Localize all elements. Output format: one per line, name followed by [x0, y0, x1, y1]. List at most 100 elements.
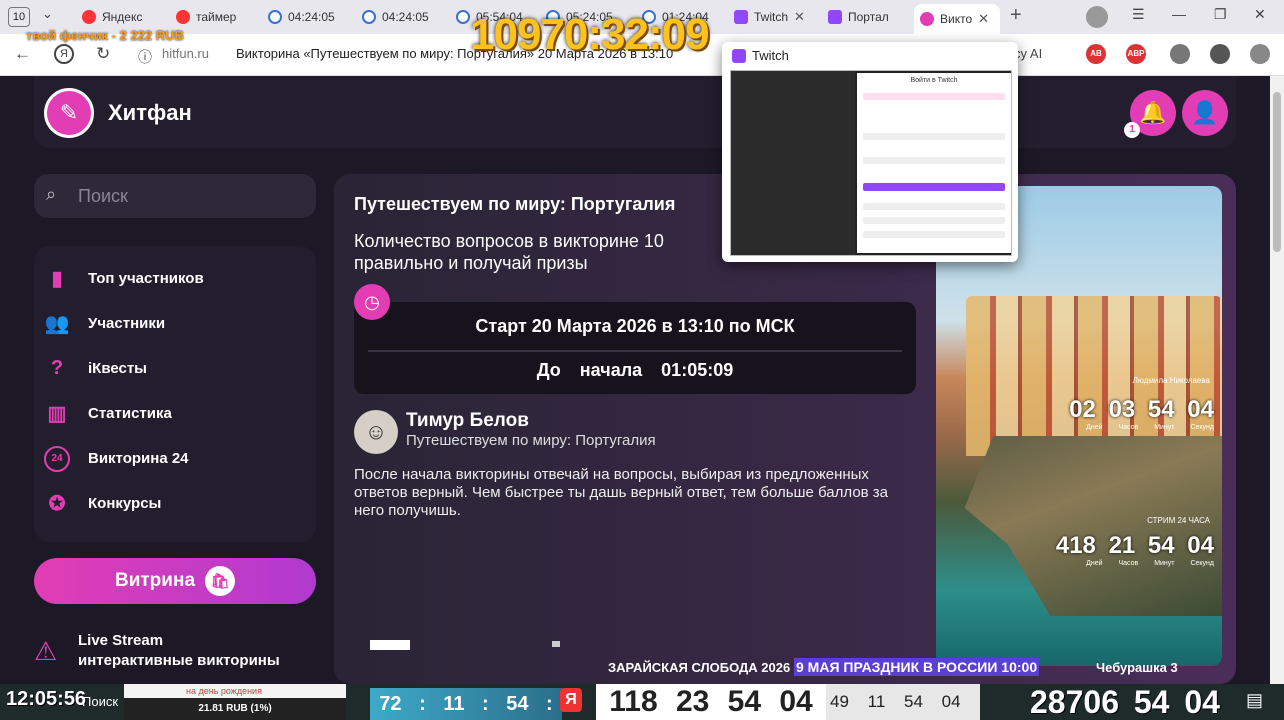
new-tab-plus-icon[interactable]: +: [1010, 4, 1022, 27]
extension-ab-icon[interactable]: AB: [1086, 44, 1106, 64]
minimize-icon[interactable]: —: [1172, 6, 1186, 22]
tab-list-chevron-icon[interactable]: ⌄: [42, 6, 53, 22]
avatar[interactable]: ☺: [354, 410, 398, 454]
downloads-icon[interactable]: [1250, 44, 1270, 64]
thumb-line: [863, 133, 1005, 140]
extension-icon[interactable]: [1170, 44, 1190, 64]
overlay-counter: 02 03 54 04: [1069, 396, 1214, 423]
yandex-taskbar-icon[interactable]: Я: [560, 688, 582, 712]
menu-icon[interactable]: ☰: [1132, 6, 1145, 23]
extension-abp-icon[interactable]: ABP: [1126, 44, 1146, 64]
url-suffix: cy AI: [1014, 46, 1043, 61]
timer-icon: [268, 10, 282, 24]
brand-name[interactable]: Хитфан: [108, 100, 192, 126]
taskbar-widget: на день рождения 21.81 RUB (1%): [124, 684, 346, 720]
browser-tab-active[interactable]: Викто ✕: [914, 4, 1000, 34]
twitch-tab-preview[interactable]: Twitch Войти в Twitch: [722, 42, 1018, 262]
divider: [368, 350, 902, 352]
hitfun-icon: [920, 12, 934, 26]
thumb-login-modal: Войти в Twitch: [857, 73, 1011, 253]
browser-tab[interactable]: 04:24:05: [356, 4, 446, 30]
search-icon: ⌕: [46, 184, 57, 204]
thumb-button: [863, 183, 1005, 191]
user-profile-icon[interactable]: 👤: [1182, 90, 1228, 136]
close-icon[interactable]: ✕: [794, 9, 805, 25]
yandex-icon: [176, 10, 190, 24]
countdown: До начала 01:05:09: [536, 360, 734, 380]
notifications-icon[interactable]: ▤: [1246, 690, 1263, 711]
site-info-icon[interactable]: ⓘ: [138, 47, 152, 67]
taskbar-clock: 12:05:56: [6, 688, 87, 710]
profile-avatar-icon[interactable]: [1086, 6, 1108, 28]
shop-button[interactable]: Витрина 🛍: [34, 558, 316, 604]
scroll-thumb[interactable]: [1273, 92, 1281, 252]
quiz-description: Количество вопросов в викторине 10 прави…: [354, 231, 664, 273]
small-label-image: [370, 640, 410, 650]
sidebar-item-top[interactable]: ▮ Топ участников: [34, 256, 316, 301]
page-scrollbar[interactable]: [1270, 76, 1284, 684]
preview-thumbnail: Войти в Twitch: [730, 70, 1012, 256]
search-box: ⌕: [34, 174, 316, 218]
thumb-line: [863, 231, 1005, 238]
browser-tab[interactable]: 04:24:05: [262, 4, 352, 30]
sidebar-item-quests[interactable]: ? iКвесты: [34, 346, 316, 391]
browser-tab[interactable]: Портал: [822, 4, 910, 30]
taskbar-timer: 28706 54 04: [1030, 684, 1220, 720]
notifications-bell-icon[interactable]: 🔔 1: [1124, 90, 1176, 138]
contest-icon: ✪: [48, 493, 66, 515]
sidebar-menu: ▮ Топ участников 👥 Участники ? iКвесты ▥ Ста…: [34, 246, 316, 542]
shopping-bag-icon: 🛍: [205, 566, 236, 596]
start-time: Старт 20 Марта 2026 в 13:10 по МСК: [475, 316, 795, 336]
popup-header: Twitch: [732, 48, 789, 63]
author-name[interactable]: Тимур Белов: [406, 410, 529, 432]
hitfun-logo-icon[interactable]: ✎: [44, 88, 94, 138]
author-subtitle: Путешествуем по миру: Португалия: [406, 432, 656, 449]
reload-icon[interactable]: ↻: [96, 44, 110, 64]
quiz-rules: После начала викторины отвечай на вопрос…: [354, 466, 889, 519]
browser-tab[interactable]: Яндекс: [76, 4, 164, 30]
overlay-units: Дней Часов Минут Секунд: [1086, 424, 1214, 431]
sidebar-item-participants[interactable]: 👥 Участники: [34, 301, 316, 346]
yandex-home-icon[interactable]: Я: [54, 44, 74, 64]
thumb-line: [863, 157, 1005, 164]
back-arrow-icon[interactable]: ←: [14, 44, 31, 64]
search-input[interactable]: [78, 182, 298, 210]
taskbar-timer: 118 23 54 04: [596, 684, 826, 720]
taskbar-timer: 49 11 54 04: [826, 684, 980, 720]
clock-icon: ◷: [354, 284, 390, 320]
twitch-icon: [734, 10, 748, 24]
url-host[interactable]: hitfun.ru: [162, 46, 209, 61]
live-stream-link[interactable]: ⚠ Live Stream интерактивные викторины: [34, 630, 316, 674]
ticker-text: ЗАРАЙСКАЯ СЛОБОДА 2026: [608, 660, 791, 675]
taskbar-search[interactable]: Поиск: [82, 694, 118, 709]
sidebar-item-contests[interactable]: ✪ Конкурсы: [34, 481, 316, 526]
donation-overlay-text: твой фенчик - 2 222 RUB: [26, 28, 184, 43]
quest-icon: ?: [50, 357, 64, 379]
hitfun-page: ✎ Хитфан 🔔1 👤 ⌕ ▮Топ участников 👥Участни…: [0, 76, 1270, 684]
timer-icon: [362, 10, 376, 24]
start-panel: Старт 20 Марта 2026 в 13:10 по МСК До на…: [354, 302, 916, 394]
ticker-text: Чебурашка 3: [1096, 660, 1178, 675]
browser-tab[interactable]: таймер: [170, 4, 254, 30]
browser-tab-twitch[interactable]: Twitch ✕: [728, 4, 810, 30]
overlay-counter: 418 21 54 04: [1055, 532, 1214, 559]
close-window-icon[interactable]: ✕: [1254, 6, 1266, 23]
users-icon: 👥: [44, 313, 70, 335]
twitch-icon: [828, 10, 842, 24]
twitch-icon: [732, 48, 746, 63]
timer-icon: [456, 10, 470, 24]
ticker-highlight: 9 МАЯ ПРАЗДНИК В РОССИИ 10:00: [794, 658, 1040, 676]
overlay-caption: Людмила Николаева: [1132, 376, 1210, 385]
extension-icon[interactable]: [1210, 44, 1230, 64]
taskbar: 12:05:56 Поиск на день рождения 21.81 RU…: [0, 684, 1284, 720]
thumb-line: [863, 93, 1005, 100]
overlay-units: Дней Часов Минут Секунд: [1086, 560, 1214, 567]
stats-icon: ▥: [47, 403, 67, 425]
sidebar-item-quiz24[interactable]: 24 Викторина 24: [34, 436, 316, 481]
tab-count-button[interactable]: 10: [8, 7, 30, 27]
restore-icon[interactable]: ❐: [1214, 6, 1227, 23]
thumb-line: [863, 217, 1005, 224]
close-icon[interactable]: ✕: [978, 11, 989, 27]
warning-triangle-icon: ⚠: [34, 636, 58, 666]
sidebar-item-stats[interactable]: ▥ Статистика: [34, 391, 316, 436]
